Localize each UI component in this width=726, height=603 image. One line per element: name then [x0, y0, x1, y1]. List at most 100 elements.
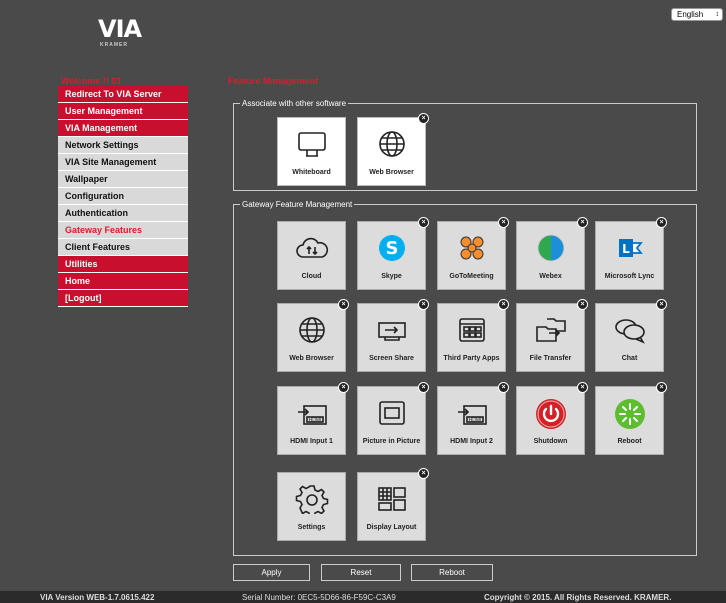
feature-tile-label: Webex	[539, 273, 562, 280]
reset-button[interactable]: Reset	[321, 564, 401, 581]
sidebar-item-utilities[interactable]: Utilities	[58, 256, 188, 273]
sidebar-item-client-features[interactable]: Client Features	[58, 239, 188, 256]
sidebar-item-authentication[interactable]: Authentication	[58, 205, 188, 222]
sidebar-item-via-site-management[interactable]: VIA Site Management	[58, 154, 188, 171]
gotomeeting-icon	[455, 233, 489, 268]
pip-icon	[375, 398, 409, 433]
feature-tile-skype[interactable]: S Skype ×	[357, 217, 429, 290]
sidebar-item-network-settings[interactable]: Network Settings	[58, 137, 188, 154]
remove-feature-icon[interactable]: ×	[338, 299, 349, 310]
remove-feature-icon[interactable]: ×	[498, 217, 509, 228]
feature-tile-screen-share[interactable]: Screen Share ×	[357, 299, 429, 372]
feature-tile-settings[interactable]: Settings	[277, 472, 346, 541]
logo-brand: VIA	[98, 15, 142, 43]
feature-tile-label: Screen Share	[369, 355, 414, 362]
remove-feature-icon[interactable]: ×	[418, 382, 429, 393]
feature-tile-label: Microsoft Lync	[604, 273, 655, 280]
sidebar-item-via-management[interactable]: VIA Management	[58, 120, 188, 137]
remove-feature-icon[interactable]: ×	[577, 382, 588, 393]
remove-feature-icon[interactable]: ×	[498, 299, 509, 310]
apps-icon	[455, 315, 489, 350]
sidebar-item-user-management[interactable]: User Management	[58, 103, 188, 120]
feature-tile-hdmi-input-2[interactable]: HDMI HDMI Input 2 ×	[437, 382, 509, 455]
remove-feature-icon[interactable]: ×	[418, 217, 429, 228]
file-transfer-icon	[533, 315, 569, 350]
feature-tile-hdmi-input-1[interactable]: HDMI HDMI Input 1 ×	[277, 382, 349, 455]
feature-tile-third-party-apps[interactable]: Third Party Apps ×	[437, 299, 509, 372]
remove-feature-icon[interactable]: ×	[656, 382, 667, 393]
associate-legend: Associate with other software	[240, 98, 349, 109]
remove-feature-icon[interactable]: ×	[577, 299, 588, 310]
globe-icon	[295, 315, 329, 350]
footer-serial: Serial Number: 0EC5-5D66-86-F59C-C3A9	[242, 593, 396, 602]
remove-feature-icon[interactable]: ×	[656, 217, 667, 228]
hdmi-icon: HDMI	[294, 398, 330, 433]
feature-tile-reboot[interactable]: Reboot ×	[595, 382, 667, 455]
sidebar-item-gateway-features[interactable]: Gateway Features	[58, 222, 188, 239]
feature-tile-web-browser[interactable]: Web Browser ×	[357, 113, 429, 186]
remove-feature-icon[interactable]: ×	[577, 217, 588, 228]
feature-tile-label: Web Browser	[369, 169, 414, 176]
sidebar-item-redirect-to-via-server[interactable]: Redirect To VIA Server	[58, 86, 188, 103]
remove-feature-icon[interactable]: ×	[418, 113, 429, 124]
feature-tile-shutdown[interactable]: Shutdown ×	[516, 382, 588, 455]
feature-tile-label: HDMI Input 1	[290, 438, 333, 445]
apply-button[interactable]: Apply	[233, 564, 310, 581]
page-title: Feature Management	[228, 76, 319, 86]
remove-feature-icon[interactable]: ×	[418, 468, 429, 479]
sidebar-item-logout[interactable]: [Logout]	[58, 290, 188, 307]
remove-feature-icon[interactable]: ×	[498, 382, 509, 393]
feature-tile-label: Third Party Apps	[443, 355, 500, 362]
reboot-icon	[614, 398, 646, 435]
feature-tile-label: File Transfer	[529, 355, 572, 362]
layout-icon	[375, 484, 409, 519]
feature-tile-label: Reboot	[617, 438, 642, 445]
sidebar-item-home[interactable]: Home	[58, 273, 188, 290]
webex-icon	[536, 233, 566, 268]
feature-tile-label: HDMI Input 2	[450, 438, 493, 445]
remove-feature-icon[interactable]: ×	[418, 299, 429, 310]
feature-tile-cloud[interactable]: Cloud	[277, 221, 346, 290]
screen-share-icon	[374, 315, 410, 350]
power-icon	[535, 398, 567, 435]
footer-copyright: Copyright © 2015. All Rights Reserved. K…	[484, 593, 672, 602]
feature-tile-picture-in-picture[interactable]: Picture in Picture ×	[357, 382, 429, 455]
feature-tile-label: Chat	[621, 355, 638, 362]
feature-tile-file-transfer[interactable]: File Transfer ×	[516, 299, 588, 372]
feature-tile-chat[interactable]: Chat ×	[595, 299, 667, 372]
remove-feature-icon[interactable]: ×	[656, 299, 667, 310]
feature-tile-label: Whiteboard	[292, 169, 331, 176]
sidebar-item-wallpaper[interactable]: Wallpaper	[58, 171, 188, 188]
svg-text:S: S	[385, 238, 398, 259]
gear-icon	[295, 484, 329, 519]
whiteboard-icon	[295, 129, 329, 164]
feature-tile-label: Display Layout	[366, 524, 417, 531]
reboot-button[interactable]: Reboot	[411, 564, 493, 581]
logo-sub: KRAMER	[100, 42, 128, 48]
cloud-icon	[294, 233, 330, 268]
language-select-value: English	[677, 10, 704, 19]
feature-tile-web-browser[interactable]: Web Browser ×	[277, 299, 349, 372]
feature-tile-webex[interactable]: Webex ×	[516, 217, 588, 290]
feature-tile-gotomeeting[interactable]: GoToMeeting ×	[437, 217, 509, 290]
feature-tile-whiteboard[interactable]: Whiteboard	[277, 117, 346, 186]
feature-tile-label: Cloud	[301, 273, 322, 280]
via-logo: VIA KRAMER	[58, 15, 198, 57]
sidebar-nav: Redirect To VIA Server User Management VIA…	[58, 86, 188, 307]
remove-feature-icon[interactable]: ×	[338, 382, 349, 393]
lync-icon: L	[613, 233, 647, 268]
feature-tile-microsoft-lync[interactable]: L Microsoft Lync ×	[595, 217, 667, 290]
svg-text:HDMI: HDMI	[468, 418, 481, 424]
skype-icon: S	[377, 233, 407, 268]
feature-tile-display-layout[interactable]: Display Layout ×	[357, 468, 429, 541]
feature-tile-label: Settings	[297, 524, 326, 531]
feature-tile-label: Shutdown	[533, 438, 568, 445]
language-select[interactable]: English ↕	[671, 8, 723, 21]
footer: VIA Version WEB-1.7.0615.422 Serial Numb…	[0, 591, 726, 603]
footer-version: VIA Version WEB-1.7.0615.422	[40, 593, 155, 602]
chat-icon	[612, 315, 648, 350]
globe-icon	[375, 129, 409, 164]
svg-text:HDMI: HDMI	[308, 418, 321, 424]
sidebar-item-configuration[interactable]: Configuration	[58, 188, 188, 205]
hdmi-icon: HDMI	[454, 398, 490, 433]
